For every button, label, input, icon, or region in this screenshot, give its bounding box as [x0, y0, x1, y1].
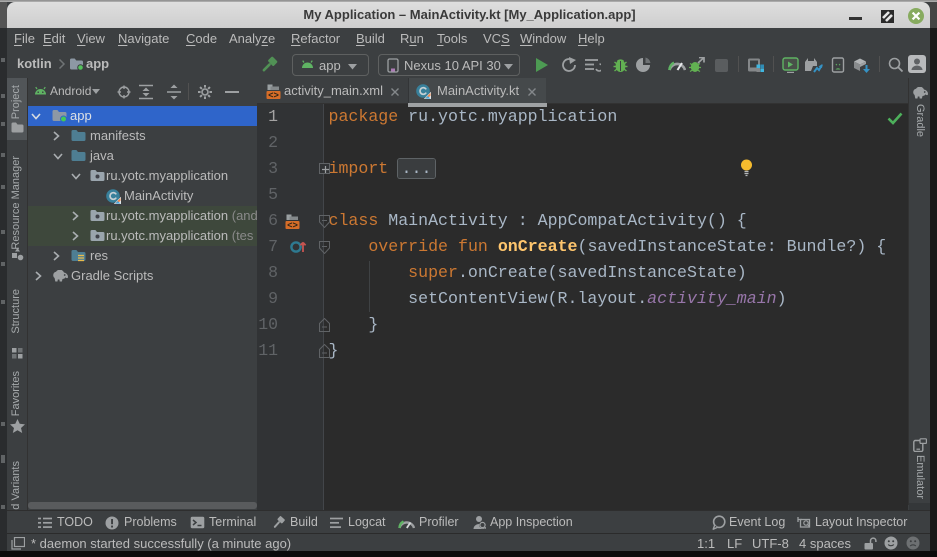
svg-text:<>: <> [268, 91, 279, 100]
svg-text:<>: <> [287, 221, 298, 230]
